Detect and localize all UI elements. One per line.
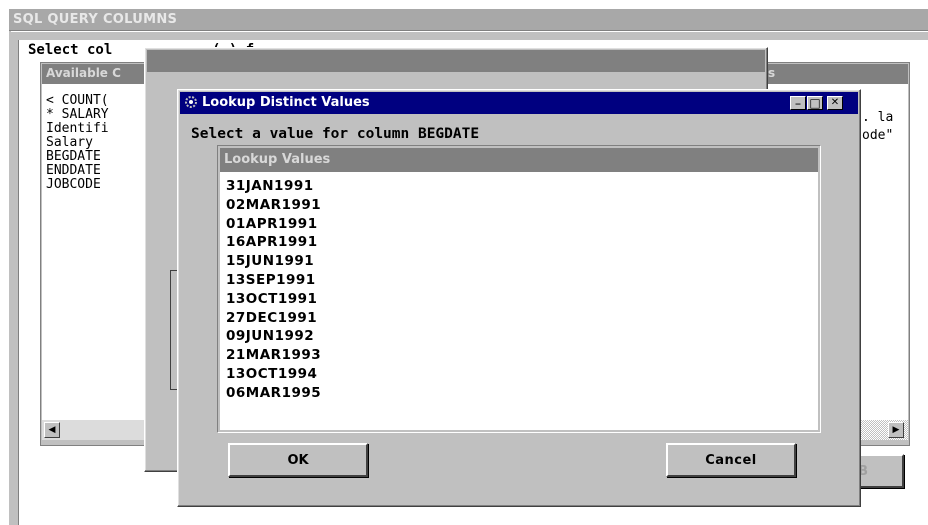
list-item[interactable]: . la (862, 110, 893, 125)
list-item[interactable]: 09JUN1992 (226, 327, 818, 346)
ok-button[interactable]: OK (228, 443, 368, 477)
list-item[interactable]: 27DEC1991 (226, 309, 818, 328)
scroll-right-icon[interactable]: ▶ (888, 422, 904, 438)
ok-button-label: OK (287, 452, 309, 468)
lookup-dialog-title: Lookup Distinct Values (202, 95, 370, 110)
available-columns-header-label: Available C (46, 66, 121, 80)
scroll-left-icon[interactable]: ◀ (44, 422, 60, 438)
back-instruction-text: Select col (28, 42, 113, 58)
cancel-button-label: Cancel (705, 452, 757, 468)
cancel-button[interactable]: Cancel (666, 443, 796, 477)
intermediate-window-titlebar (147, 50, 765, 72)
lookup-values-header: Lookup Values (220, 148, 818, 172)
list-item[interactable]: 13OCT1991 (226, 290, 818, 309)
list-item[interactable]: 01APR1991 (226, 215, 818, 234)
list-item[interactable]: 13OCT1994 (226, 365, 818, 384)
sas-app-icon (184, 95, 198, 109)
list-item[interactable]: 13SEP1991 (226, 271, 818, 290)
list-item[interactable]: 06MAR1995 (226, 384, 818, 403)
list-item[interactable]: 31JAN1991 (226, 177, 818, 196)
list-item[interactable]: 02MAR1991 (226, 196, 818, 215)
sql-query-columns-title: SQL QUERY COLUMNS (13, 12, 178, 27)
list-item[interactable]: ode" (862, 128, 893, 143)
selected-columns-header-label: s (768, 66, 776, 80)
list-item[interactable]: 16APR1991 (226, 233, 818, 252)
lookup-dialog-titlebar: Lookup Distinct Values _ □ ✕ (180, 92, 858, 114)
lookup-prompt: Select a value for column BEGDATE (191, 126, 480, 142)
sql-query-columns-titlebar: SQL QUERY COLUMNS (9, 9, 928, 31)
lookup-values-header-label: Lookup Values (224, 152, 331, 167)
list-item[interactable]: 15JUN1991 (226, 252, 818, 271)
close-icon[interactable]: ✕ (827, 96, 843, 110)
lookup-values-list[interactable]: 31JAN1991 02MAR1991 01APR1991 16APR1991 … (220, 172, 818, 430)
list-item[interactable]: 21MAR1993 (226, 346, 818, 365)
maximize-icon[interactable]: □ (807, 96, 823, 110)
minimize-icon[interactable]: _ (790, 95, 806, 110)
